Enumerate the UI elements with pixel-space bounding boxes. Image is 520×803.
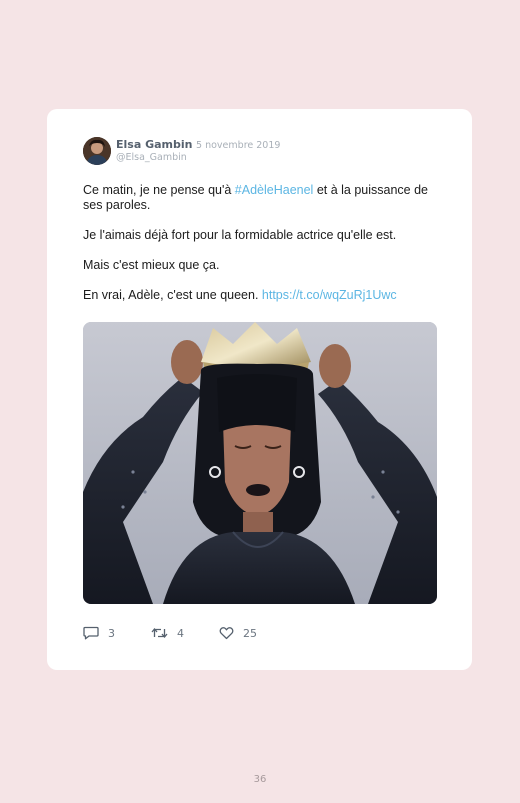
- retweet-count: 4: [177, 626, 184, 640]
- author-handle[interactable]: @Elsa_Gambin: [116, 152, 187, 163]
- retweet-arrows-icon: [151, 626, 168, 640]
- reply-count: 3: [108, 626, 115, 640]
- like-count: 25: [243, 626, 257, 640]
- speech-bubble-icon: [83, 626, 99, 640]
- retweet-button[interactable]: 4: [151, 624, 184, 642]
- author-name[interactable]: Elsa Gambin: [116, 138, 192, 151]
- tweet-paragraph: En vrai, Adèle, c'est une queen. https:/…: [83, 288, 443, 303]
- reply-button[interactable]: 3: [83, 624, 115, 642]
- tweet-paragraph: Ce matin, je ne pense qu'à #AdèleHaenel …: [83, 183, 443, 213]
- page-number: 36: [253, 774, 267, 785]
- hashtag-link[interactable]: #AdèleHaenel: [235, 183, 314, 197]
- tweet-media-image[interactable]: [83, 322, 437, 604]
- tweet-paragraph: Je l'aimais déjà fort pour la formidable…: [83, 228, 397, 242]
- like-button[interactable]: 25: [219, 624, 257, 642]
- tweet-paragraph: Mais c'est mieux que ça.: [83, 258, 220, 272]
- tweet-text: En vrai, Adèle, c'est une queen.: [83, 288, 262, 302]
- heart-icon: [219, 626, 234, 640]
- avatar[interactable]: [83, 137, 111, 165]
- tweet-card: Elsa Gambin · 5 novembre 2019 @Elsa_Gamb…: [47, 109, 472, 670]
- tweet-text: Ce matin, je ne pense qu'à: [83, 183, 235, 197]
- url-link[interactable]: https://t.co/wqZuRj1Uwc: [262, 288, 397, 302]
- tweet-date: · 5 novembre 2019: [190, 140, 281, 151]
